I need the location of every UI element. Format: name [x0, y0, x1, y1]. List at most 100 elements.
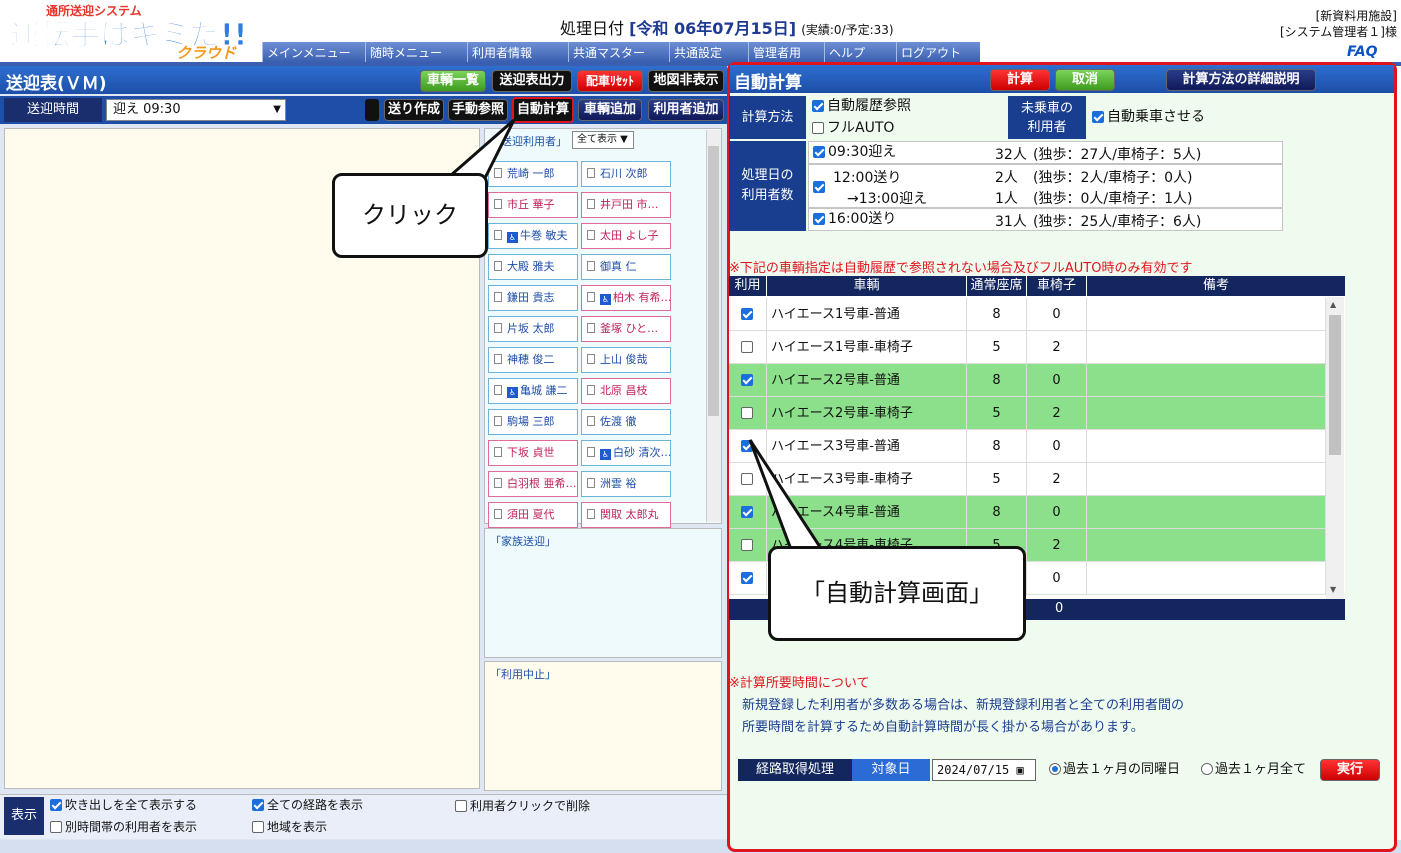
calc-detail-button[interactable]: 計算方法の詳細説明 — [1166, 69, 1316, 91]
user-card[interactable]: 関取 太郎丸 — [581, 502, 671, 528]
user-card[interactable]: 北原 昌枝 — [581, 378, 671, 404]
document-icon — [494, 261, 502, 271]
user-card[interactable]: 洲雲 裕 — [581, 471, 671, 497]
checkbox[interactable] — [1092, 111, 1104, 123]
use-cell[interactable] — [729, 397, 767, 430]
wheelchair-cell: 2 — [1027, 463, 1087, 496]
use-cell[interactable] — [729, 298, 767, 331]
document-icon — [587, 261, 595, 271]
run-button[interactable]: 実行 — [1320, 759, 1380, 781]
menu-user-info[interactable]: 利用者情報 — [467, 42, 568, 62]
time-label: 送迎時間 — [4, 98, 102, 122]
unboarded-label: 未乗車の 利用者 — [1008, 96, 1086, 139]
user-card[interactable]: 駒場 三郎 — [488, 409, 578, 435]
checkbox[interactable] — [813, 146, 825, 158]
notes-cell — [1087, 562, 1326, 595]
hide-map-button[interactable]: 地図非表示 — [648, 70, 724, 92]
method-full-auto[interactable]: フルAUTO — [812, 121, 894, 136]
vehicle-row: ハイエース2号車-車椅子 5 2 — [729, 397, 1326, 430]
checkbox[interactable] — [813, 181, 825, 193]
user-card[interactable]: ♿ 柏木 有希… — [581, 285, 671, 311]
filter-select[interactable]: 全て表示 ▼ — [572, 131, 634, 149]
user-name: 白羽根 亜希… — [507, 477, 577, 490]
add-vehicle-button[interactable]: 車輌追加 — [578, 99, 642, 121]
menu-help[interactable]: ヘルプ — [824, 42, 896, 62]
user-card[interactable]: 釜塚 ひと… — [581, 316, 671, 342]
menu-main[interactable]: メインメニュー — [262, 42, 365, 62]
option-show-balloons[interactable]: 吹き出しを全て表示する — [50, 798, 197, 813]
user-card[interactable]: 佐渡 徹 — [581, 409, 671, 435]
reset-dispatch-button[interactable]: 配車ﾘｾｯﾄ — [577, 70, 643, 92]
checkbox[interactable] — [812, 122, 824, 134]
user-card[interactable]: 御真 仁 — [581, 254, 671, 280]
use-checkbox[interactable] — [741, 407, 753, 419]
checkbox[interactable] — [455, 800, 467, 812]
wheelchair-cell: 0 — [1027, 364, 1087, 397]
cancel-button[interactable]: 取消 — [1055, 69, 1115, 91]
use-checkbox[interactable] — [741, 341, 753, 353]
scroll-down-icon[interactable]: ▼ — [1330, 585, 1336, 594]
user-card[interactable]: 片坂 太郎 — [488, 316, 578, 342]
use-cell[interactable] — [729, 562, 767, 595]
user-card[interactable]: 下坂 貞世 — [488, 440, 578, 466]
menu-common-settings[interactable]: 共通設定 — [669, 42, 748, 62]
count-label: 処理日の 利用者数 — [729, 141, 806, 231]
option-show-other-times[interactable]: 別時間帯の利用者を表示 — [50, 820, 197, 835]
user-card[interactable]: ♿ 亀城 謙二 — [488, 378, 578, 404]
menu-anytime[interactable]: 随時メニュー — [365, 42, 467, 62]
option-show-all-routes[interactable]: 全ての経路を表示 — [252, 798, 363, 813]
facility-info: [新資料用施設] [システム管理者１]様 — [1280, 8, 1397, 40]
checkbox[interactable] — [252, 799, 264, 811]
radio-button[interactable] — [1201, 763, 1213, 775]
menu-logout[interactable]: ログアウト — [896, 42, 980, 62]
vehicle-name-cell: ハイエース2号車-車椅子 — [767, 397, 967, 430]
use-cell[interactable] — [729, 331, 767, 364]
auto-board-option[interactable]: 自動乗車させる — [1092, 110, 1205, 125]
user-card[interactable]: 須田 夏代 — [488, 502, 578, 528]
output-table-button[interactable]: 送迎表出力 — [492, 70, 572, 92]
calendar-icon[interactable]: ▣ — [1016, 763, 1023, 777]
user-card[interactable]: ♿ 白砂 清次… — [581, 440, 671, 466]
user-card[interactable]: 神穂 俊二 — [488, 347, 578, 373]
checkbox[interactable] — [50, 821, 62, 833]
user-card[interactable]: 白羽根 亜希… — [488, 471, 578, 497]
method-auto-history[interactable]: 自動履歴参照 — [812, 99, 911, 114]
vehicle-list-button[interactable]: 車輌一覧 — [420, 70, 486, 92]
cell-text: 8 — [992, 439, 1001, 454]
cell-text: 0 — [1052, 373, 1061, 388]
menu-common-master[interactable]: 共通マスター — [568, 42, 669, 62]
user-card[interactable]: 井戸田 市… — [581, 192, 671, 218]
scroll-up-icon[interactable]: ▲ — [1330, 300, 1336, 309]
cell-text: 5 — [992, 406, 1001, 421]
calc-button[interactable]: 計算 — [990, 69, 1050, 91]
radio-all-month[interactable]: 過去１ヶ月全て — [1201, 762, 1306, 777]
user-list-scroll-thumb[interactable] — [708, 146, 719, 416]
use-checkbox[interactable] — [741, 374, 753, 386]
faq-link[interactable]: FAQ — [1347, 44, 1378, 60]
checkbox[interactable] — [252, 821, 264, 833]
menu-admin[interactable]: 管理者用 — [748, 42, 824, 62]
checkbox[interactable] — [813, 213, 825, 225]
document-icon — [587, 447, 595, 457]
count-row-0930: 09:30迎え 32人 (独歩：27人/車椅子：5人) — [808, 141, 1283, 164]
user-card[interactable]: 上山 俊哉 — [581, 347, 671, 373]
vehicle-table-scroll-thumb[interactable] — [1329, 315, 1341, 455]
wheelchair-cell: 0 — [1027, 562, 1087, 595]
radio-same-weekday[interactable]: 過去１ヶ月の同曜日 — [1049, 762, 1180, 777]
user-card[interactable]: 石川 次郎 — [581, 161, 671, 187]
time-select[interactable]: 迎え 09:30 ▼ — [106, 99, 286, 121]
use-checkbox[interactable] — [741, 572, 753, 584]
use-cell[interactable] — [729, 364, 767, 397]
option-click-delete[interactable]: 利用者クリックで削除 — [455, 799, 590, 814]
document-icon — [587, 354, 595, 364]
radio-button[interactable] — [1049, 763, 1061, 775]
notes-cell — [1087, 298, 1326, 331]
user-card[interactable]: 太田 よし子 — [581, 223, 671, 249]
use-checkbox[interactable] — [741, 308, 753, 320]
user-card[interactable]: 鎌田 貴志 — [488, 285, 578, 311]
checkbox[interactable] — [812, 100, 824, 112]
target-date-input[interactable]: 2024/07/15 ▣ — [932, 759, 1036, 781]
option-show-area[interactable]: 地域を表示 — [252, 820, 327, 835]
add-user-button[interactable]: 利用者追加 — [648, 99, 724, 121]
checkbox[interactable] — [50, 799, 62, 811]
